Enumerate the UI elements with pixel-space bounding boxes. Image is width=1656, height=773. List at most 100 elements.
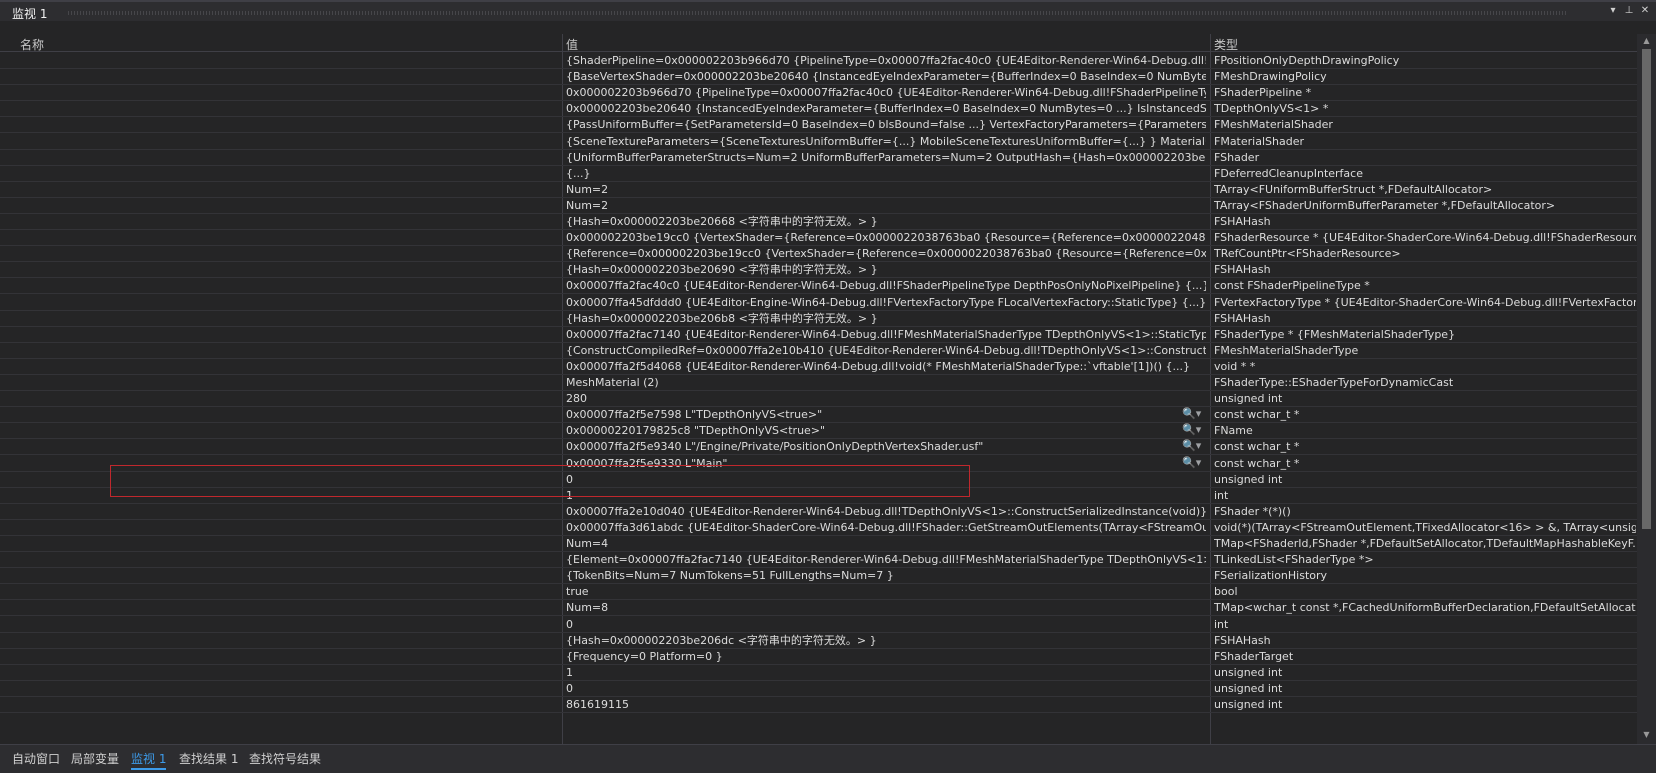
watch-row[interactable]: ▷SerializedResource0x000002203be19cc0 {V…	[0, 229, 1637, 247]
watch-row[interactable]: ▷ShaderIdMapNum=4TMap<FShaderId,FShader …	[0, 535, 1637, 552]
watch-row[interactable]: ▷__vfptr0x00007ffa2f5d4068 {UE4Editor-Re…	[0, 358, 1637, 375]
watch-row[interactable]: ▷FunctionName0x00007ffa2f5e9330 L"Main"🔍…	[0, 455, 1637, 472]
row-value[interactable]: 0x00007ffa2f5e9340 L"/Engine/Private/Pos…	[566, 439, 1206, 454]
watch-row[interactable]: GetStreamOutElementsRef0x00007ffa3d61abd…	[0, 519, 1637, 536]
row-value[interactable]: 0x00007ffa2f5e7598 L"TDepthOnlyVS<true>"	[566, 407, 1206, 422]
row-value[interactable]: 0x000002203be19cc0 {VertexShader={Refere…	[566, 230, 1206, 245]
column-header-type[interactable]: 类型	[1214, 36, 1238, 53]
watch-row[interactable]: ▷ShaderPipeline0x00007ffa2fac40c0 {UE4Ed…	[0, 277, 1637, 295]
row-value[interactable]: 280	[566, 391, 1206, 406]
row-value[interactable]: Num=4	[566, 536, 1206, 551]
watch-row[interactable]: NumRefs1unsigned int	[0, 664, 1637, 681]
tab-watch-1[interactable]: 监视 1	[131, 750, 167, 770]
tab-find-results-1[interactable]: 查找结果 1	[179, 750, 238, 767]
row-value[interactable]: {UniformBufferParameterStructs=Num=2 Uni…	[566, 150, 1206, 165]
scroll-up-icon[interactable]: ▲	[1640, 36, 1653, 48]
watch-row[interactable]: ▷Name0x00007ffa2f5e7598 L"TDepthOnlyVS<t…	[0, 406, 1637, 424]
row-value[interactable]: {Hash=0x000002203be206b8 <字符串中的字符无效。> }	[566, 311, 1206, 326]
watch-row[interactable]: ▷MaterialShaderMapHash{Hash=0x000002203b…	[0, 261, 1637, 279]
watch-row[interactable]: ▷FMeshDrawingPolicy{BaseVertexShader=0x0…	[0, 68, 1637, 86]
watch-row[interactable]: ▷[FMeshMaterialShaderType]{ConstructComp…	[0, 342, 1637, 359]
dropdown-icon[interactable]: ▾	[1606, 4, 1620, 18]
column-header-value[interactable]: 值	[566, 36, 578, 53]
row-value[interactable]: {Hash=0x000002203be206dc <字符串中的字符无效。> }	[566, 633, 1206, 648]
text-visualizer-icon[interactable]: 🔍▾	[1182, 407, 1201, 420]
row-value[interactable]: {TokenBits=Num=7 NumTokens=51 FullLength…	[566, 568, 1206, 583]
watch-row[interactable]: ▷OutputHash{Hash=0x000002203be20668 <字符串…	[0, 213, 1637, 230]
column-header-name[interactable]: 名称	[20, 36, 44, 53]
watch-row[interactable]: Canary861619115unsigned int	[0, 696, 1637, 713]
row-value[interactable]: 0x00007ffa2fac7140 {UE4Editor-Renderer-W…	[566, 327, 1206, 342]
watch-row[interactable]: SetParametersId0unsigned int	[0, 680, 1637, 697]
row-value[interactable]: {Hash=0x000002203be20668 <字符串中的字符无效。> }	[566, 214, 1206, 229]
row-value[interactable]: 0	[566, 472, 1206, 487]
row-value[interactable]: Num=8	[566, 600, 1206, 615]
tab-locals[interactable]: 局部变量	[71, 750, 119, 767]
pin-icon[interactable]: ⊥	[1622, 4, 1636, 18]
watch-row[interactable]: ▷Resource{Reference=0x000002203be19cc0 {…	[0, 245, 1637, 263]
watch-row[interactable]: ▷ShaderPipeline0x000002203b966d70 {Pipel…	[0, 84, 1637, 102]
watch-row[interactable]: ▷UniformBufferParametersNum=2TArray<FSha…	[0, 197, 1637, 214]
watch-row[interactable]: ▷SourceFilename0x00007ffa2f5e9340 L"/Eng…	[0, 438, 1637, 456]
row-value[interactable]: 0x00007ffa2fac40c0 {UE4Editor-Renderer-W…	[566, 278, 1206, 293]
row-value[interactable]: 0x000002203be20640 {InstancedEyeIndexPar…	[566, 101, 1206, 116]
text-visualizer-icon[interactable]: 🔍▾	[1182, 456, 1201, 469]
row-value[interactable]: Num=2	[566, 198, 1206, 213]
row-value[interactable]: {ShaderPipeline=0x000002203b966d70 {Pipe…	[566, 53, 1206, 68]
watch-row[interactable]: bCachedUniformBufferStructDeclarationstr…	[0, 583, 1637, 601]
row-value[interactable]: {Frequency=0 Platform=0 }	[566, 649, 1206, 664]
row-value[interactable]: 1	[566, 488, 1206, 503]
watch-row[interactable]: ▷Target{Frequency=0 Platform=0 }FShaderT…	[0, 648, 1637, 665]
row-value[interactable]: {ConstructCompiledRef=0x00007ffa2e10b410…	[566, 343, 1206, 358]
tab-find-symbol-results[interactable]: 查找符号结果	[249, 750, 321, 767]
row-value[interactable]: 0x00007ffa3d61abdc {UE4Editor-ShaderCore…	[566, 520, 1206, 535]
row-value[interactable]: 0x00007ffa2f5d4068 {UE4Editor-Renderer-W…	[566, 359, 1206, 374]
scrollbar-thumb[interactable]	[1642, 49, 1651, 529]
row-value[interactable]: {...}	[566, 166, 1206, 181]
row-value[interactable]: 1	[566, 665, 1206, 680]
watch-row[interactable]: ▷UniformBufferParameterStructsNum=2TArra…	[0, 181, 1637, 198]
row-value[interactable]: MeshMaterial (2)	[566, 375, 1206, 390]
row-value[interactable]: {PassUniformBuffer={SetParametersId=0 Ba…	[566, 117, 1206, 132]
row-value[interactable]: {Hash=0x000002203be20690 <字符串中的字符无效。> }	[566, 262, 1206, 277]
row-value[interactable]: 0x00007ffa2e10d040 {UE4Editor-Renderer-W…	[566, 504, 1206, 519]
row-value[interactable]: 0x00000220179825c8 "TDepthOnlyVS<true>"	[566, 423, 1206, 438]
watch-row[interactable]: ▷SourceHash{Hash=0x000002203be206dc <字符串…	[0, 632, 1637, 649]
watch-row[interactable]: ◢DrawingPolicyLink->DrawingPolicy{Shader…	[0, 52, 1637, 69]
watch-row[interactable]: ConstructSerializedRef0x00007ffa2e10d040…	[0, 503, 1637, 520]
row-value[interactable]: 0	[566, 617, 1206, 632]
vertical-scrollbar[interactable]: ▲ ▼	[1637, 34, 1656, 744]
watch-row[interactable]: ▷ReferencedUniformBufferStructsCacheNum=…	[0, 599, 1637, 617]
watch-row[interactable]: ◢FMeshMaterialShader{PassUniformBuffer={…	[0, 116, 1637, 134]
row-value[interactable]: {BaseVertexShader=0x000002203be20640 {In…	[566, 69, 1206, 84]
row-value[interactable]: 0x000002203b966d70 {PipelineType=0x00007…	[566, 85, 1206, 100]
watch-row[interactable]: ▷TypeName0x00000220179825c8 "TDepthOnlyV…	[0, 422, 1637, 440]
watch-row[interactable]: Frequency0unsigned int	[0, 471, 1637, 488]
text-visualizer-icon[interactable]: 🔍▾	[1182, 439, 1201, 452]
row-value[interactable]: {Reference=0x000002203be19cc0 {VertexSha…	[566, 246, 1206, 261]
watch-row[interactable]: ▷VFSourceHash{Hash=0x000002203be206b8 <字…	[0, 310, 1637, 327]
watch-row[interactable]: ▷VFType0x00007ffa45dfddd0 {UE4Editor-Eng…	[0, 294, 1637, 311]
row-value[interactable]: {SceneTextureParameters={SceneTexturesUn…	[566, 134, 1206, 149]
watch-row[interactable]: ◢FMaterialShader{SceneTextureParameters=…	[0, 133, 1637, 150]
row-value[interactable]: Num=2	[566, 182, 1206, 197]
watch-row[interactable]: ▷FDeferredCleanupInterface{...}FDeferred…	[0, 165, 1637, 182]
titlebar-grip[interactable]	[68, 11, 1566, 15]
row-value[interactable]: 0x00007ffa2f5e9330 L"Main"	[566, 456, 1206, 471]
row-value[interactable]: 0x00007ffa45dfddd0 {UE4Editor-Engine-Win…	[566, 295, 1206, 310]
watch-row[interactable]: TotalPermutationCount1int	[0, 487, 1637, 504]
tab-autos[interactable]: 自动窗口	[12, 750, 60, 767]
watch-row[interactable]: HashIndex280unsigned int	[0, 390, 1637, 408]
watch-row[interactable]: PermutationId0int	[0, 616, 1637, 633]
row-value[interactable]: {Element=0x00007ffa2fac7140 {UE4Editor-R…	[566, 552, 1206, 567]
row-value[interactable]: 861619115	[566, 697, 1206, 712]
text-visualizer-icon[interactable]: 🔍▾	[1182, 423, 1201, 436]
row-value[interactable]: true	[566, 584, 1206, 599]
watch-row[interactable]: ◢VertexShader0x000002203be20640 {Instanc…	[0, 100, 1637, 118]
watch-row[interactable]: ▷SerializationHistory{TokenBits=Num=7 Nu…	[0, 567, 1637, 585]
close-icon[interactable]: ✕	[1638, 4, 1652, 18]
row-value[interactable]: 0	[566, 681, 1206, 696]
scroll-down-icon[interactable]: ▼	[1640, 730, 1653, 742]
watch-row[interactable]: ▷GlobalListLink{Element=0x00007ffa2fac71…	[0, 551, 1637, 569]
watch-row[interactable]: ShaderTypeForDynamicCastMeshMaterial (2)…	[0, 374, 1637, 391]
